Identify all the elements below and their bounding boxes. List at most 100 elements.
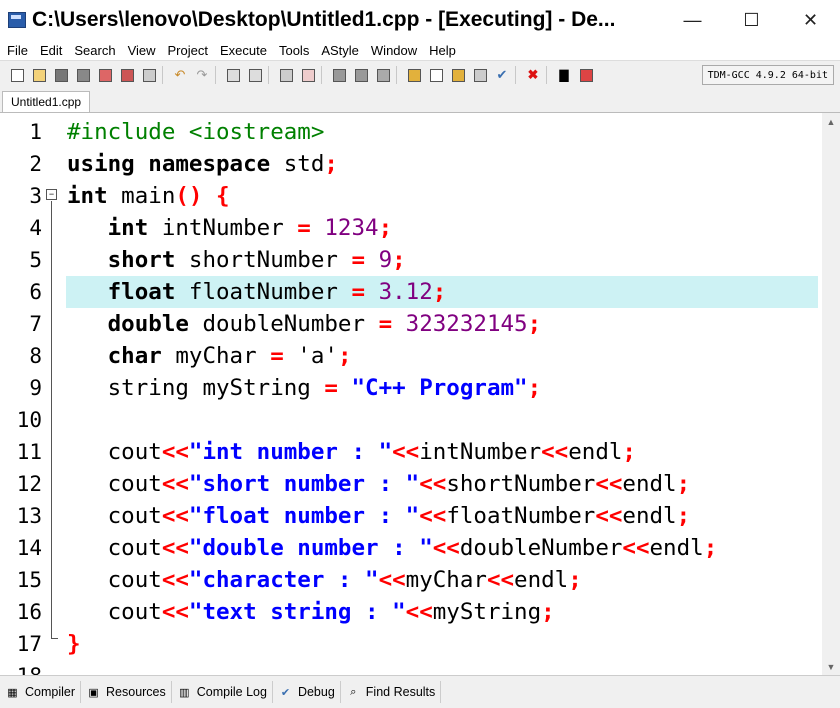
keyword: int: [107, 215, 149, 241]
compiler-select[interactable]: TDM-GCC 4.9.2 64-bit: [701, 65, 834, 85]
code-line-6: 6 float floatNumber = 3.12;: [0, 276, 818, 308]
identifier: shortNumber: [446, 471, 596, 497]
identifier: intNumber: [148, 215, 298, 241]
identifier: cout: [107, 535, 162, 561]
toolbar-profile-group: ▇: [546, 66, 597, 84]
identifier: cout: [107, 471, 162, 497]
undo-icon[interactable]: ↶: [171, 66, 189, 84]
toolbar-stop-group: ✖: [515, 66, 544, 84]
line-number: 13: [16, 504, 42, 528]
close-button[interactable]: ✕: [781, 0, 840, 40]
goto-line-icon[interactable]: [299, 66, 317, 84]
syntax-check-icon[interactable]: ✔: [493, 66, 511, 84]
close-all-icon[interactable]: [118, 66, 136, 84]
scroll-up-icon[interactable]: ▲: [822, 113, 840, 130]
tab-label: Compiler: [25, 685, 76, 699]
line-number: 7: [29, 312, 42, 336]
open-file-icon[interactable]: [30, 66, 48, 84]
char-literal: 'a': [297, 343, 338, 369]
print-icon[interactable]: [140, 66, 158, 84]
menu-help[interactable]: Help: [422, 43, 461, 58]
toolbar-compile-group: ✔: [396, 66, 513, 84]
tab-resources[interactable]: ▣ Resources: [81, 681, 172, 703]
editor-tab-strip: Untitled1.cpp: [0, 89, 840, 113]
close-file-icon[interactable]: [96, 66, 114, 84]
code-line-16: 16 cout<<"text string : "<<myString;: [0, 596, 818, 628]
menu-edit[interactable]: Edit: [33, 43, 67, 58]
app-icon: [8, 12, 26, 28]
menu-project[interactable]: Project: [161, 43, 213, 58]
redo-icon[interactable]: ↷: [193, 66, 211, 84]
new-file-icon[interactable]: [8, 66, 26, 84]
menu-astyle[interactable]: AStyle: [314, 43, 364, 58]
keyword: double: [107, 311, 189, 337]
save-icon[interactable]: [52, 66, 70, 84]
line-number: 3: [29, 184, 42, 208]
tab-find-results[interactable]: ⌕ Find Results: [341, 681, 442, 703]
string-literal: "int number : ": [188, 439, 393, 465]
replace-icon[interactable]: [246, 66, 264, 84]
toolbar-project-group: [321, 66, 394, 84]
code-line-11: 11 cout<<"int number : "<<intNumber<<end…: [0, 436, 818, 468]
profile-analysis-icon[interactable]: ▇: [555, 66, 573, 84]
bar-chart-icon: ▥: [179, 686, 190, 699]
remove-from-project-icon[interactable]: [352, 66, 370, 84]
string-literal: "text string : ": [188, 599, 406, 625]
window-controls: — ☐ ✕: [663, 0, 840, 40]
indent-icon[interactable]: [277, 66, 295, 84]
toolbar-edit-group: ↶ ↷: [162, 66, 213, 84]
identifier: endl: [649, 535, 704, 561]
project-options-icon[interactable]: [374, 66, 392, 84]
check-icon: ✔: [280, 686, 291, 699]
scrollbar-thumb[interactable]: [825, 133, 837, 653]
run-icon[interactable]: [427, 66, 445, 84]
menu-file[interactable]: File: [0, 43, 33, 58]
scroll-down-icon[interactable]: ▼: [822, 658, 840, 675]
maximize-button[interactable]: ☐: [722, 0, 781, 40]
line-number: 9: [29, 376, 42, 400]
resources-icon: ▣: [88, 686, 99, 699]
rebuild-all-icon[interactable]: [471, 66, 489, 84]
grid-icon: ▦: [7, 686, 18, 699]
identifier: std: [270, 151, 325, 177]
line-number: 18: [0, 660, 42, 675]
toolbar: ↶ ↷ ✔ ✖ ▇ TDM-GCC 4.9.2 64-bit: [0, 60, 840, 90]
tab-compiler[interactable]: ▦ Compiler: [0, 681, 82, 703]
code-editor[interactable]: − 1 #include <iostream> 2 using namespac…: [0, 113, 840, 675]
menu-view[interactable]: View: [121, 43, 161, 58]
compile-icon[interactable]: [405, 66, 423, 84]
stop-execution-icon[interactable]: ✖: [524, 66, 542, 84]
tab-untitled1-cpp[interactable]: Untitled1.cpp: [2, 91, 91, 112]
line-number: 17: [16, 632, 42, 656]
vertical-scrollbar[interactable]: ▲ ▼: [822, 113, 840, 675]
code-line-2: 2 using namespace std;: [0, 148, 818, 180]
identifier: endl: [514, 567, 569, 593]
window-title: C:\Users\lenovo\Desktop\Untitled1.cpp - …: [32, 8, 616, 31]
identifier: myChar: [405, 567, 487, 593]
menu-tools[interactable]: Tools: [272, 43, 314, 58]
line-number: 1: [29, 120, 42, 144]
save-all-icon[interactable]: [74, 66, 92, 84]
string-literal: "character : ": [188, 567, 379, 593]
code-line-5: 5 short shortNumber = 9;: [0, 244, 818, 276]
identifier: cout: [107, 599, 162, 625]
delete-profile-icon[interactable]: [577, 66, 595, 84]
tab-debug[interactable]: ✔ Debug: [273, 681, 341, 703]
minimize-button[interactable]: —: [663, 0, 722, 40]
tab-compile-log[interactable]: ▥ Compile Log: [172, 681, 273, 703]
tab-label: Find Results: [365, 685, 436, 699]
menu-execute[interactable]: Execute: [213, 43, 272, 58]
code-line-4: 4 int intNumber = 1234;: [0, 212, 818, 244]
code-line-8: 8 char myChar = 'a';: [0, 340, 818, 372]
line-number: 5: [29, 248, 42, 272]
identifier: floatNumber: [175, 279, 352, 305]
string-literal: "C++ Program": [351, 375, 528, 401]
find-icon[interactable]: [224, 66, 242, 84]
code-line-18: 18: [0, 660, 818, 675]
code-line-1: 1 #include <iostream>: [0, 116, 818, 148]
add-to-project-icon[interactable]: [330, 66, 348, 84]
keyword: short: [107, 247, 176, 273]
menu-search[interactable]: Search: [67, 43, 120, 58]
compile-run-icon[interactable]: [449, 66, 467, 84]
menu-window[interactable]: Window: [364, 43, 422, 58]
